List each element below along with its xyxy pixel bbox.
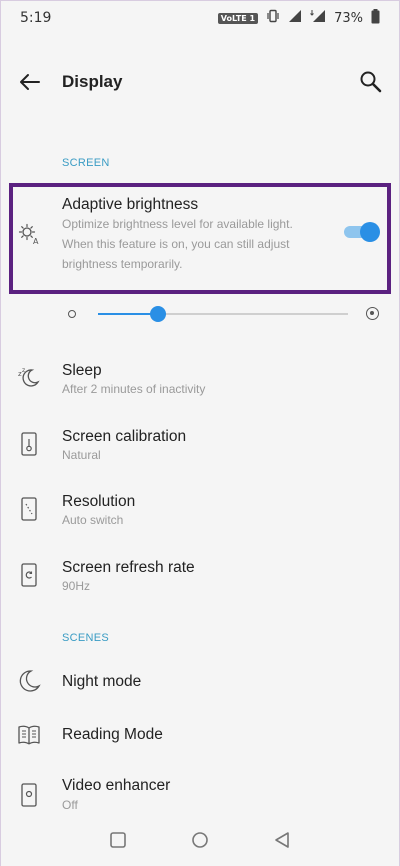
sleep-icon: z z	[16, 364, 42, 390]
data-signal-icon	[310, 9, 326, 27]
slider-fill	[98, 313, 158, 315]
page-title: Display	[62, 72, 123, 91]
auto-brightness-icon: A	[16, 220, 42, 246]
adaptive-brightness-desc-1: Optimize brightness level for available …	[62, 217, 293, 231]
battery-icon	[371, 8, 380, 28]
status-time: 5:19	[20, 10, 52, 26]
screen-refresh-rate-title: Screen refresh rate	[62, 559, 195, 576]
resolution-title: Resolution	[62, 493, 136, 510]
vibrate-icon	[266, 9, 280, 27]
reading-mode-title: Reading Mode	[62, 726, 163, 743]
status-icons: VoLTE 1 73%	[217, 8, 380, 28]
book-icon	[16, 722, 42, 748]
refresh-rate-icon	[16, 562, 42, 588]
screen-calibration-title: Screen calibration	[62, 428, 187, 445]
app-bar: Display	[0, 62, 400, 102]
screen-calibration-subtitle: Natural	[62, 448, 101, 462]
video-enhancer-icon	[16, 782, 42, 808]
back-icon[interactable]	[272, 830, 292, 850]
brightness-low-icon	[68, 310, 76, 318]
back-arrow-icon[interactable]	[18, 70, 42, 94]
resolution-subtitle: Auto switch	[62, 513, 124, 527]
slider-thumb[interactable]	[150, 306, 166, 322]
thermometer-icon	[16, 431, 42, 457]
adaptive-brightness-desc-2: When this feature is on, you can still a…	[62, 237, 290, 251]
adaptive-brightness-title: Adaptive brightness	[62, 196, 199, 213]
video-enhancer-subtitle: Off	[62, 798, 78, 812]
battery-percent: 73%	[334, 10, 363, 26]
video-enhancer-title: Video enhancer	[62, 777, 171, 794]
search-icon[interactable]	[358, 69, 384, 95]
svg-text:z: z	[22, 367, 25, 374]
brightness-high-icon	[366, 307, 379, 320]
moon-icon	[16, 668, 42, 694]
section-header-scenes: SCENES	[62, 632, 110, 644]
screen-frame	[0, 0, 400, 866]
brightness-slider[interactable]	[60, 300, 390, 328]
home-icon[interactable]	[190, 830, 210, 850]
resolution-icon	[16, 496, 42, 522]
toggle-knob	[360, 222, 380, 242]
signal-icon	[288, 9, 302, 27]
section-header-screen: SCREEN	[62, 157, 110, 169]
adaptive-brightness-toggle[interactable]	[344, 221, 380, 243]
night-mode-title: Night mode	[62, 673, 142, 690]
recents-icon[interactable]	[108, 830, 128, 850]
volte-badge: VoLTE 1	[217, 12, 259, 24]
status-bar: 5:19 VoLTE 1 73%	[0, 0, 400, 36]
sleep-subtitle: After 2 minutes of inactivity	[62, 382, 206, 396]
adaptive-brightness-desc-3: brightness temporarily.	[62, 257, 183, 271]
sleep-title: Sleep	[62, 362, 102, 379]
svg-text:A: A	[33, 237, 39, 246]
system-nav-bar	[0, 820, 400, 860]
screen-refresh-rate-subtitle: 90Hz	[62, 579, 91, 593]
